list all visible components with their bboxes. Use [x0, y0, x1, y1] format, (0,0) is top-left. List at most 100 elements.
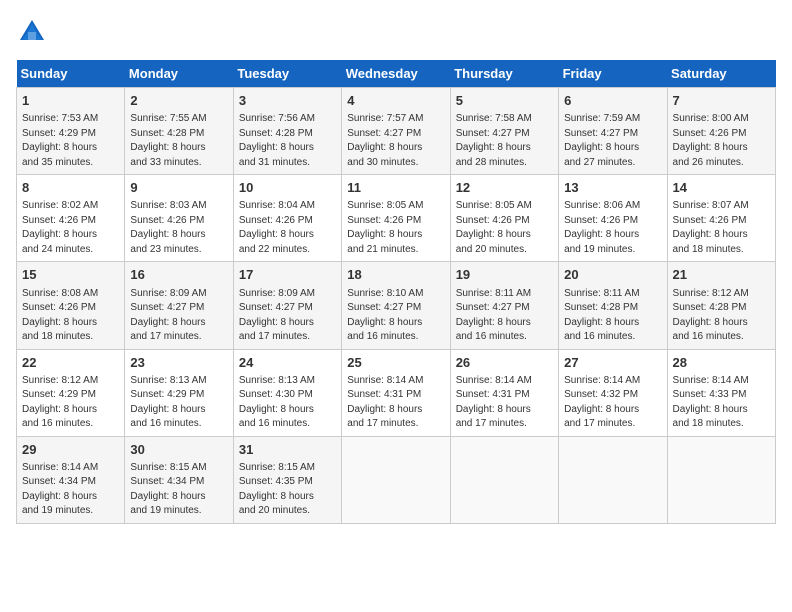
day-number: 29 — [22, 441, 119, 459]
cell-info: Sunrise: 8:14 AM Sunset: 4:31 PM Dayligh… — [456, 374, 553, 432]
cell-info: Sunrise: 8:14 AM Sunset: 4:34 PM Dayligh… — [22, 461, 119, 519]
day-number: 13 — [564, 179, 661, 197]
column-header-thursday: Thursday — [450, 60, 558, 88]
day-number: 23 — [130, 354, 227, 372]
day-number: 14 — [673, 179, 770, 197]
cell-info: Sunrise: 8:05 AM Sunset: 4:26 PM Dayligh… — [347, 199, 444, 257]
cell-info: Sunrise: 7:57 AM Sunset: 4:27 PM Dayligh… — [347, 112, 444, 170]
calendar-cell: 21Sunrise: 8:12 AM Sunset: 4:28 PM Dayli… — [667, 262, 775, 349]
calendar-cell: 9 Sunrise: 8:03 AM Sunset: 4:26 PM Daylig… — [125, 175, 233, 262]
calendar-cell: 25 Sunrise: 8:14 AM Sunset: 4:31 PM Dayli… — [342, 349, 450, 436]
cell-info: Sunrise: 8:07 AM Sunset: 4:26 PM Dayligh… — [673, 199, 770, 257]
calendar-body: 1 Sunrise: 7:53 AM Sunset: 4:29 PM Daylig… — [17, 88, 776, 524]
day-number: 30 — [130, 441, 227, 459]
day-number: 5 — [456, 92, 553, 110]
cell-info: Sunrise: 8:05 AM Sunset: 4:26 PM Dayligh… — [456, 199, 553, 257]
calendar-cell: 1 Sunrise: 7:53 AM Sunset: 4:29 PM Daylig… — [17, 88, 125, 175]
calendar-cell — [450, 436, 558, 523]
day-number: 8 — [22, 179, 119, 197]
day-number: 1 — [22, 92, 119, 110]
page-header — [16, 16, 776, 48]
day-number: 27 — [564, 354, 661, 372]
column-header-wednesday: Wednesday — [342, 60, 450, 88]
calendar-cell: 4Sunrise: 7:57 AM Sunset: 4:27 PM Daylig… — [342, 88, 450, 175]
cell-info: Sunrise: 8:08 AM Sunset: 4:26 PM Dayligh… — [22, 287, 119, 345]
cell-info: Sunrise: 7:56 AM Sunset: 4:28 PM Dayligh… — [239, 112, 336, 170]
day-number: 11 — [347, 179, 444, 197]
calendar-cell: 27Sunrise: 8:14 AM Sunset: 4:32 PM Dayli… — [559, 349, 667, 436]
calendar-cell: 22Sunrise: 8:12 AM Sunset: 4:29 PM Dayli… — [17, 349, 125, 436]
day-number: 17 — [239, 266, 336, 284]
calendar-week-2: 8 Sunrise: 8:02 AM Sunset: 4:26 PM Daylig… — [17, 175, 776, 262]
calendar-cell: 28 Sunrise: 8:14 AM Sunset: 4:33 PM Dayli… — [667, 349, 775, 436]
cell-info: Sunrise: 8:14 AM Sunset: 4:31 PM Dayligh… — [347, 374, 444, 432]
day-number: 9 — [130, 179, 227, 197]
logo — [16, 16, 52, 48]
cell-info: Sunrise: 8:11 AM Sunset: 4:28 PM Dayligh… — [564, 287, 661, 345]
cell-info: Sunrise: 8:06 AM Sunset: 4:26 PM Dayligh… — [564, 199, 661, 257]
day-number: 28 — [673, 354, 770, 372]
day-number: 3 — [239, 92, 336, 110]
calendar-cell: 5 Sunrise: 7:58 AM Sunset: 4:27 PM Daylig… — [450, 88, 558, 175]
calendar-cell: 11 Sunrise: 8:05 AM Sunset: 4:26 PM Dayli… — [342, 175, 450, 262]
calendar-cell: 12 Sunrise: 8:05 AM Sunset: 4:26 PM Dayli… — [450, 175, 558, 262]
calendar-cell: 19Sunrise: 8:11 AM Sunset: 4:27 PM Dayli… — [450, 262, 558, 349]
column-header-sunday: Sunday — [17, 60, 125, 88]
column-header-saturday: Saturday — [667, 60, 775, 88]
cell-info: Sunrise: 8:12 AM Sunset: 4:28 PM Dayligh… — [673, 287, 770, 345]
cell-info: Sunrise: 7:53 AM Sunset: 4:29 PM Dayligh… — [22, 112, 119, 170]
calendar-header-row: SundayMondayTuesdayWednesdayThursdayFrid… — [17, 60, 776, 88]
column-header-monday: Monday — [125, 60, 233, 88]
calendar-cell: 23 Sunrise: 8:13 AM Sunset: 4:29 PM Dayli… — [125, 349, 233, 436]
day-number: 10 — [239, 179, 336, 197]
calendar-cell: 2Sunrise: 7:55 AM Sunset: 4:28 PM Daylig… — [125, 88, 233, 175]
day-number: 2 — [130, 92, 227, 110]
day-number: 15 — [22, 266, 119, 284]
day-number: 22 — [22, 354, 119, 372]
calendar-cell: 24 Sunrise: 8:13 AM Sunset: 4:30 PM Dayli… — [233, 349, 341, 436]
calendar-table: SundayMondayTuesdayWednesdayThursdayFrid… — [16, 60, 776, 524]
logo-icon — [16, 16, 48, 48]
day-number: 19 — [456, 266, 553, 284]
calendar-cell: 17Sunrise: 8:09 AM Sunset: 4:27 PM Dayli… — [233, 262, 341, 349]
cell-info: Sunrise: 7:58 AM Sunset: 4:27 PM Dayligh… — [456, 112, 553, 170]
day-number: 7 — [673, 92, 770, 110]
day-number: 6 — [564, 92, 661, 110]
calendar-cell — [559, 436, 667, 523]
calendar-cell: 6 Sunrise: 7:59 AM Sunset: 4:27 PM Daylig… — [559, 88, 667, 175]
calendar-week-4: 22Sunrise: 8:12 AM Sunset: 4:29 PM Dayli… — [17, 349, 776, 436]
day-number: 12 — [456, 179, 553, 197]
day-number: 31 — [239, 441, 336, 459]
calendar-week-3: 15 Sunrise: 8:08 AM Sunset: 4:26 PM Dayli… — [17, 262, 776, 349]
cell-info: Sunrise: 8:02 AM Sunset: 4:26 PM Dayligh… — [22, 199, 119, 257]
calendar-cell: 8 Sunrise: 8:02 AM Sunset: 4:26 PM Daylig… — [17, 175, 125, 262]
column-header-friday: Friday — [559, 60, 667, 88]
cell-info: Sunrise: 7:59 AM Sunset: 4:27 PM Dayligh… — [564, 112, 661, 170]
calendar-week-1: 1 Sunrise: 7:53 AM Sunset: 4:29 PM Daylig… — [17, 88, 776, 175]
calendar-cell: 10 Sunrise: 8:04 AM Sunset: 4:26 PM Dayli… — [233, 175, 341, 262]
day-number: 18 — [347, 266, 444, 284]
calendar-cell: 7 Sunrise: 8:00 AM Sunset: 4:26 PM Daylig… — [667, 88, 775, 175]
day-number: 26 — [456, 354, 553, 372]
cell-info: Sunrise: 8:14 AM Sunset: 4:33 PM Dayligh… — [673, 374, 770, 432]
calendar-cell: 13 Sunrise: 8:06 AM Sunset: 4:26 PM Dayli… — [559, 175, 667, 262]
calendar-cell: 20Sunrise: 8:11 AM Sunset: 4:28 PM Dayli… — [559, 262, 667, 349]
calendar-cell: 26 Sunrise: 8:14 AM Sunset: 4:31 PM Dayli… — [450, 349, 558, 436]
cell-info: Sunrise: 8:03 AM Sunset: 4:26 PM Dayligh… — [130, 199, 227, 257]
cell-info: Sunrise: 8:13 AM Sunset: 4:29 PM Dayligh… — [130, 374, 227, 432]
day-number: 25 — [347, 354, 444, 372]
calendar-cell: 29 Sunrise: 8:14 AM Sunset: 4:34 PM Dayli… — [17, 436, 125, 523]
cell-info: Sunrise: 8:10 AM Sunset: 4:27 PM Dayligh… — [347, 287, 444, 345]
cell-info: Sunrise: 8:13 AM Sunset: 4:30 PM Dayligh… — [239, 374, 336, 432]
cell-info: Sunrise: 8:04 AM Sunset: 4:26 PM Dayligh… — [239, 199, 336, 257]
cell-info: Sunrise: 8:15 AM Sunset: 4:34 PM Dayligh… — [130, 461, 227, 519]
calendar-cell: 18 Sunrise: 8:10 AM Sunset: 4:27 PM Dayli… — [342, 262, 450, 349]
day-number: 24 — [239, 354, 336, 372]
cell-info: Sunrise: 8:00 AM Sunset: 4:26 PM Dayligh… — [673, 112, 770, 170]
cell-info: Sunrise: 8:09 AM Sunset: 4:27 PM Dayligh… — [130, 287, 227, 345]
calendar-cell: 15 Sunrise: 8:08 AM Sunset: 4:26 PM Dayli… — [17, 262, 125, 349]
cell-info: Sunrise: 8:15 AM Sunset: 4:35 PM Dayligh… — [239, 461, 336, 519]
day-number: 16 — [130, 266, 227, 284]
calendar-cell — [342, 436, 450, 523]
calendar-week-5: 29 Sunrise: 8:14 AM Sunset: 4:34 PM Dayli… — [17, 436, 776, 523]
